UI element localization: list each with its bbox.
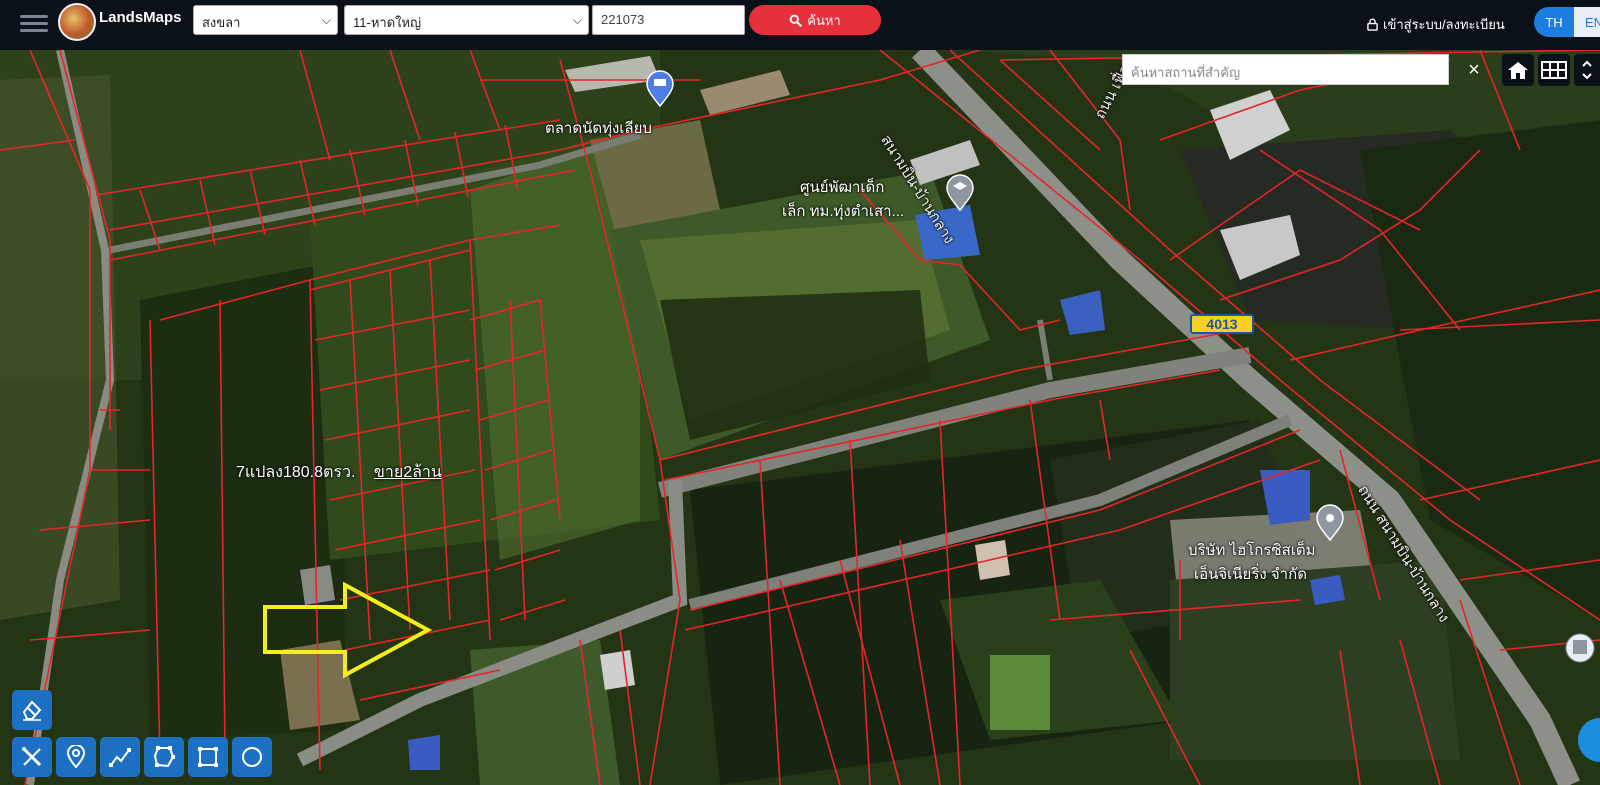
parcel-annotation-text: 7แปลง180.8ตรว. bbox=[236, 464, 356, 481]
home-button[interactable] bbox=[1502, 54, 1534, 86]
circle-tool[interactable] bbox=[232, 737, 272, 777]
top-navigation-bar: LandsMaps สงขลา ⌵ 11-หาดใหญ่ ⌵ 221073 ค้… bbox=[0, 0, 1600, 50]
eraser-tool[interactable] bbox=[12, 690, 52, 730]
place-search-input[interactable]: ค้นหาสถานที่สำคัญ bbox=[1122, 54, 1449, 85]
building-pin-icon bbox=[1565, 633, 1595, 663]
logo-icon bbox=[58, 3, 96, 41]
district-select[interactable]: 11-หาดใหญ่ ⌵ bbox=[344, 5, 589, 35]
language-en-button[interactable]: EN bbox=[1574, 7, 1600, 37]
place-label-company: บริษัท ไฮโกรซิสเต็ม เอ็นจิเนียริ่ง จำกัด bbox=[1188, 538, 1316, 586]
satellite-map[interactable]: ตลาดนัดทุ่งเลียบ ศูนย์พัฒาเด็ก เล็ก ทม.ท… bbox=[0, 50, 1600, 785]
login-link[interactable]: เข้าสู่ระบบ/ลงทะเบียน bbox=[1367, 14, 1505, 35]
search-icon bbox=[789, 14, 803, 27]
marker-tool[interactable] bbox=[56, 737, 96, 777]
chevron-down-icon: ⌵ bbox=[321, 13, 331, 27]
ruler-tool[interactable] bbox=[12, 737, 52, 777]
language-th-button[interactable]: TH bbox=[1534, 7, 1574, 37]
deed-number-value: 221073 bbox=[601, 12, 645, 27]
map-canvas bbox=[0, 50, 1600, 785]
lock-icon bbox=[1367, 18, 1378, 31]
parcel-annotation-link[interactable]: ขาย2ล้าน bbox=[374, 464, 442, 481]
place-label-company-line1: บริษัท ไฮโกรซิสเต็ม bbox=[1188, 542, 1316, 559]
chevron-down-icon: ⌵ bbox=[572, 13, 582, 27]
eraser-icon bbox=[22, 700, 42, 721]
grid-layer-button[interactable] bbox=[1538, 54, 1570, 86]
place-label-company-line2: เอ็นจิเนียริ่ง จำกัด bbox=[1194, 566, 1307, 583]
language-th-label: TH bbox=[1545, 14, 1563, 30]
polyline-icon bbox=[109, 748, 131, 767]
deed-number-input[interactable]: 221073 bbox=[592, 5, 745, 35]
district-value: 11-หาดใหญ่ bbox=[353, 15, 422, 30]
rectangle-icon bbox=[198, 747, 218, 767]
home-icon bbox=[1508, 62, 1528, 79]
place-label-nursery-line2: เล็ก ทม.ทุ่งตำเสา... bbox=[782, 203, 905, 220]
place-label-nursery: ศูนย์พัฒาเด็ก เล็ก ทม.ทุ่งตำเสา... bbox=[782, 175, 904, 223]
clear-search-icon[interactable]: × bbox=[1460, 56, 1488, 84]
polyline-tool[interactable] bbox=[100, 737, 140, 777]
marker-icon bbox=[66, 745, 86, 769]
place-label-nursery-line1: ศูนย์พัฒาเด็ก bbox=[800, 179, 885, 196]
layers-button[interactable] bbox=[1574, 54, 1600, 86]
hamburger-menu-icon[interactable] bbox=[20, 11, 48, 37]
language-en-label: EN bbox=[1584, 14, 1600, 30]
search-button-label: ค้นหา bbox=[807, 12, 841, 28]
app-title: LandsMaps bbox=[99, 9, 182, 26]
login-label: เข้าสู่ระบบ/ลงทะเบียน bbox=[1383, 17, 1505, 32]
rectangle-tool[interactable] bbox=[188, 737, 228, 777]
ruler-icon bbox=[22, 747, 42, 767]
circle-icon bbox=[242, 747, 262, 767]
place-label-market: ตลาดนัดทุ่งเลียบ bbox=[545, 120, 652, 137]
search-button[interactable]: ค้นหา bbox=[749, 5, 881, 35]
grid-icon bbox=[1541, 61, 1567, 79]
polygon-icon bbox=[153, 746, 175, 768]
layers-icon bbox=[1582, 60, 1592, 80]
province-value: สงขลา bbox=[202, 15, 241, 30]
polygon-tool[interactable] bbox=[144, 737, 184, 777]
parcel-annotation: 7แปลง180.8ตรว. ขาย2ล้าน bbox=[236, 460, 442, 485]
route-shield-4013: 4013 bbox=[1190, 314, 1254, 334]
province-select[interactable]: สงขลา ⌵ bbox=[193, 5, 338, 35]
